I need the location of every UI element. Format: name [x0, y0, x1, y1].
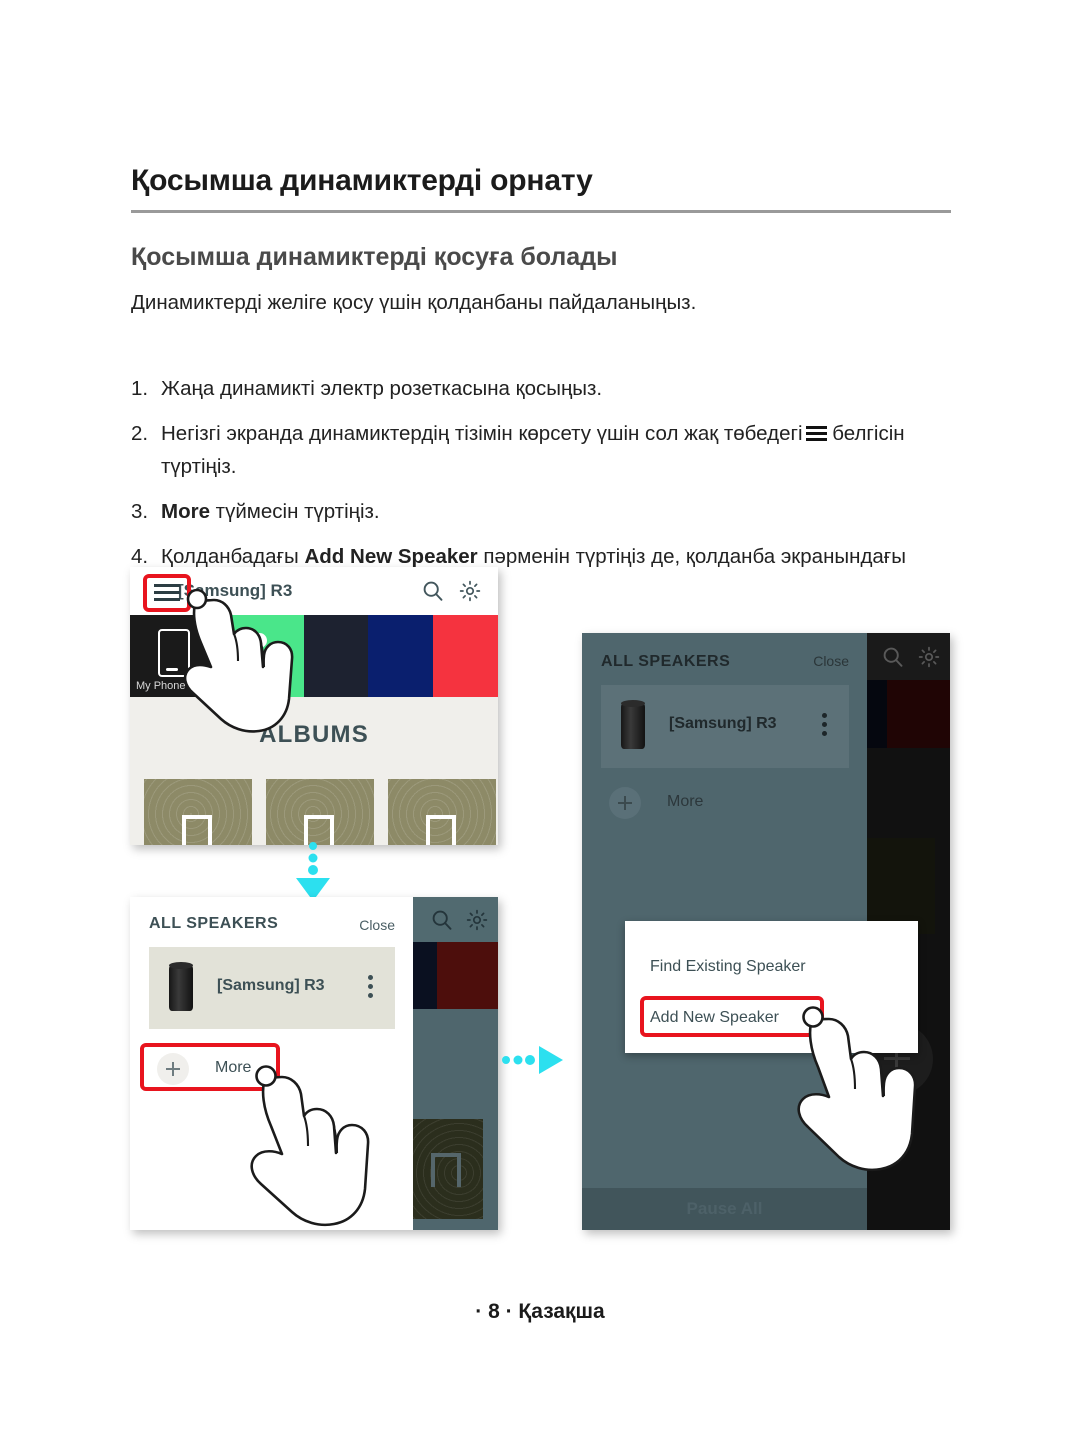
section-subtitle: Қосымша динамиктерді қосуға болады	[131, 243, 618, 271]
list-item: 1. Жаңа динамикті электр розеткасына қос…	[131, 372, 961, 405]
kebab-menu-icon[interactable]	[368, 975, 373, 1001]
album-tile[interactable]	[266, 779, 374, 845]
search-icon[interactable]	[421, 579, 445, 603]
speaker-list-item[interactable]: [Samsung] R3	[149, 947, 395, 1029]
mockup-add-speaker-dialog: ALL SPEAKERS Close [Samsung] R3 More Pau…	[582, 633, 950, 1230]
dimmed-album-tile	[867, 838, 935, 934]
album-tile[interactable]	[144, 779, 252, 845]
pointing-hand-cursor	[230, 1062, 380, 1230]
page-title: Қосымша динамиктерді орнату	[131, 164, 593, 197]
step-number: 3.	[131, 500, 149, 523]
flow-arrow-right	[501, 1043, 565, 1077]
plus-icon	[609, 787, 641, 819]
pointing-hand-cursor	[165, 585, 305, 737]
gear-icon	[917, 645, 941, 669]
more-label: More	[667, 793, 704, 810]
intro-paragraph: Динамиктерді желіге қосу үшін қолданбаны…	[131, 291, 697, 314]
step-number: 1.	[131, 377, 149, 400]
mockup-all-speakers: ALL SPEAKERS Close [Samsung] R3 More	[130, 897, 498, 1230]
gear-icon	[465, 908, 489, 932]
speaker-device-icon	[169, 962, 193, 1011]
pause-all-button[interactable]: Pause All	[582, 1188, 867, 1230]
search-icon	[881, 645, 905, 669]
dimmed-album-tile	[413, 1119, 483, 1219]
dimmed-tile	[887, 680, 950, 748]
hamburger-icon	[805, 426, 827, 442]
search-icon	[430, 908, 454, 932]
background-app-strip	[413, 897, 498, 1230]
gear-icon[interactable]	[458, 579, 482, 603]
pause-all-label: Pause All	[686, 1199, 763, 1218]
music-note-icon	[182, 815, 212, 845]
speaker-name: [Samsung] R3	[217, 977, 325, 994]
tile-service-dark[interactable]	[304, 615, 368, 697]
pointing-hand-cursor	[777, 1003, 927, 1175]
speaker-device-icon	[621, 700, 645, 749]
tile-service-red[interactable]	[433, 615, 498, 697]
more-button[interactable]: More	[601, 783, 741, 823]
page-footer: · 8 · Қазақша	[475, 1300, 605, 1323]
speaker-name: [Samsung] R3	[669, 715, 777, 732]
dimmed-tile	[413, 942, 437, 1009]
step-number: 2.	[131, 422, 149, 445]
flow-arrow-down	[289, 841, 337, 903]
speaker-list-item[interactable]: [Samsung] R3	[601, 685, 849, 768]
panel-heading: ALL SPEAKERS	[601, 653, 731, 670]
album-tile[interactable]	[388, 779, 496, 845]
menu-item-find-existing-speaker[interactable]: Find Existing Speaker	[650, 958, 806, 976]
manual-page: Қосымша динамиктерді орнату Қосымша дина…	[0, 0, 1080, 1451]
step-text: More түймесін түртіңіз.	[161, 495, 961, 528]
kebab-menu-icon[interactable]	[822, 713, 827, 739]
music-note-icon	[426, 815, 456, 845]
step-text: Негізгі экранда динамиктердің тізімін кө…	[161, 417, 961, 483]
list-item: 3. More түймесін түртіңіз.	[131, 495, 961, 528]
close-button[interactable]: Close	[359, 917, 395, 933]
step-text-tail: түймесін түртіңіз.	[209, 500, 380, 523]
list-item: 2. Негізгі экранда динамиктердің тізімін…	[131, 417, 961, 483]
album-grid	[144, 779, 496, 845]
close-button[interactable]: Close	[813, 653, 849, 669]
tile-service-navy[interactable]	[368, 615, 433, 697]
dimmed-tile	[437, 942, 498, 1009]
step-text-bold: More	[161, 500, 210, 523]
panel-heading: ALL SPEAKERS	[149, 915, 279, 932]
dimmed-tile	[867, 680, 887, 748]
title-divider	[131, 210, 951, 213]
step-text-lead: Негізгі экранда динамиктердің тізімін кө…	[161, 422, 803, 445]
music-note-icon	[431, 1153, 461, 1187]
step-text-lead: Жаңа динамикті электр розеткасына қосыңы…	[161, 377, 603, 400]
illustration-group: [Samsung] R3 My Phone ALBUMS ALL SPEAKER…	[0, 560, 1080, 1260]
step-text: Жаңа динамикті электр розеткасына қосыңы…	[161, 372, 961, 405]
mockup-home-screen: [Samsung] R3 My Phone ALBUMS	[130, 567, 498, 845]
